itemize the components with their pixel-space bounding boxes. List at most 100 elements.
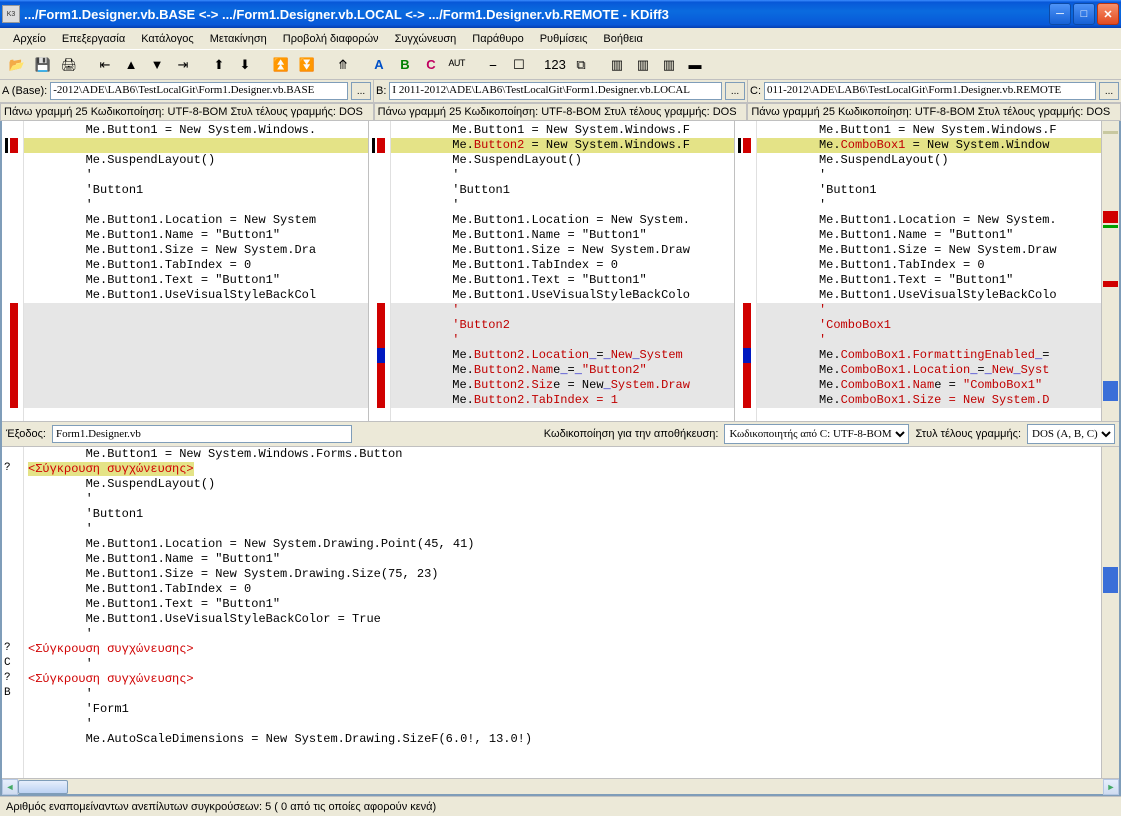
code-line: Me.ComboBox1.Size = New System.D [757, 393, 1101, 408]
code-line: ' [391, 303, 735, 318]
toolbar-prevconf-button[interactable]: ⏫ [270, 54, 292, 76]
overview-scrollbar[interactable] [1101, 121, 1119, 421]
close-button[interactable]: ✕ [1097, 3, 1119, 25]
code-line: Me.Button1.Size = New System.Draw [391, 243, 735, 258]
code-line: Me.ComboBox1.FormattingEnabled_= [757, 348, 1101, 363]
code-line [24, 333, 368, 348]
nextconf-icon: ⏬ [299, 57, 315, 73]
toolbar-print-button[interactable]: 🖨 [58, 54, 80, 76]
info-c: Πάνω γραμμή 25 Κωδικοποίηση: UTF-8-BOM Σ… [747, 103, 1121, 121]
code-line: Me.Button2.Name_=_"Button2" [391, 363, 735, 378]
code-line: Me.Button1.UseVisualStyleBackColo [391, 288, 735, 303]
code-line: Me.Button1.Text = "Button1" [24, 273, 368, 288]
toolbar-B-button[interactable]: B [394, 54, 416, 76]
menu-Βοήθεια[interactable]: Βοήθεια [596, 31, 649, 47]
goup-icon: ▲ [125, 57, 138, 72]
encoding-select[interactable]: Κωδικοποιητής από C: UTF-8-BOM [724, 424, 909, 444]
toolbar-split-button[interactable]: ⧉ [570, 54, 592, 76]
menu-Μετακίνηση[interactable]: Μετακίνηση [203, 31, 274, 47]
toolbar-autosolve-button[interactable]: ⤊ [332, 54, 354, 76]
window-title: .../Form1.Designer.vb.BASE <-> .../Form1… [24, 7, 1049, 22]
diff-pane-c[interactable]: Me.Button1 = New System.Windows.F Me.Com… [735, 121, 1101, 421]
minimize-button[interactable]: ─ [1049, 3, 1071, 25]
toolbar-goback-button[interactable]: ⇤ [94, 54, 116, 76]
info-b: Πάνω γραμμή 25 Κωδικοποίηση: UTF-8-BOM Σ… [374, 103, 748, 121]
merge-pane[interactable]: ??C?B Me.Button1 = New System.Windows.Fo… [2, 447, 1101, 778]
toolbar-col1-button[interactable]: ▥ [606, 54, 628, 76]
code-line: ' [757, 333, 1101, 348]
auto-icon: ᴬᵁᵀ [448, 57, 465, 72]
toolbar-auto-button[interactable]: ᴬᵁᵀ [446, 54, 468, 76]
path-a-input[interactable]: -2012\ADE\LAB6\TestLocalGit\Form1.Design… [50, 82, 348, 100]
merge-gutter-marker: C [4, 657, 11, 669]
code-line: Me.SuspendLayout() [391, 153, 735, 168]
toolbar-nextconf-button[interactable]: ⏬ [296, 54, 318, 76]
path-b-browse-button[interactable]: ... [725, 82, 745, 100]
code-line: Me.Button1.Text = "Button1" [391, 273, 735, 288]
maximize-button[interactable]: □ [1073, 3, 1095, 25]
code-line: Me.Button1.Name = "Button1" [391, 228, 735, 243]
code-line [24, 348, 368, 363]
diff-pane-a[interactable]: Me.Button1 = New System.Windows. Me.Susp… [2, 121, 369, 421]
code-line: Me.Button1.Text = "Button1" [757, 273, 1101, 288]
print-icon: 🖨 [61, 57, 78, 73]
info-a: Πάνω γραμμή 25 Κωδικοποίηση: UTF-8-BOM Σ… [0, 103, 374, 121]
toolbar-save-button[interactable]: 💾 [32, 54, 54, 76]
merge-line: Me.AutoScaleDimensions = New System.Draw… [24, 732, 1101, 747]
diff-pane-b[interactable]: Me.Button1 = New System.Windows.F Me.But… [369, 121, 736, 421]
code-line: Me.Button2 = New System.Windows.F [391, 138, 735, 153]
toolbar-hsplit-button[interactable]: ▬ [684, 54, 706, 76]
toolbar-C-button[interactable]: C [420, 54, 442, 76]
ws2-icon: ☐ [513, 57, 525, 73]
path-b-label: B: [376, 85, 386, 97]
code-line: Me.Button1.Location = New System. [391, 213, 735, 228]
merge-overview-scrollbar[interactable] [1101, 447, 1119, 778]
path-c-input[interactable]: 011-2012\ADE\LAB6\TestLocalGit\Form1.Des… [764, 82, 1096, 100]
code-line: Me.ComboBox1 = New System.Window [757, 138, 1101, 153]
code-line: Me.Button1.UseVisualStyleBackCol [24, 288, 368, 303]
toolbar-open-button[interactable]: 📂 [6, 54, 28, 76]
toolbar: 📂💾🖨⇤▲▼⇥⬆⬇⏫⏬⤊ABCᴬᵁᵀ⎯☐123⧉▥▥▥▬ [0, 50, 1121, 80]
path-a-browse-button[interactable]: ... [351, 82, 371, 100]
toolbar-col2-button[interactable]: ▥ [632, 54, 654, 76]
menu-Ρυθμίσεις[interactable]: Ρυθμίσεις [533, 31, 595, 47]
code-line: Me.ComboBox1.Location_=_New_Syst [757, 363, 1101, 378]
path-b-input[interactable]: I 2011-2012\ADE\LAB6\TestLocalGit\Form1.… [389, 82, 722, 100]
horizontal-scrollbar[interactable]: ◄► [2, 778, 1119, 794]
toolbar-ws2-button[interactable]: ☐ [508, 54, 530, 76]
toolbar-gofwd-button[interactable]: ⇥ [172, 54, 194, 76]
toolbar-ws1-button[interactable]: ⎯ [482, 54, 504, 76]
output-path-input[interactable] [52, 425, 352, 443]
merge-line: ' [24, 717, 1101, 732]
C-icon: C [426, 57, 435, 72]
code-line: Me.Button1.Name = "Button1" [757, 228, 1101, 243]
menu-Προβολή διαφορών[interactable]: Προβολή διαφορών [276, 31, 386, 47]
eol-select[interactable]: DOS (A, B, C) [1027, 424, 1115, 444]
merge-line: ' [24, 687, 1101, 702]
goback-icon: ⇤ [100, 57, 111, 73]
toolbar-123-button[interactable]: 123 [544, 54, 566, 76]
menu-Κατάλογος[interactable]: Κατάλογος [134, 31, 200, 47]
eol-label: Στυλ τέλους γραμμής: [915, 428, 1021, 440]
prevconf-icon: ⏫ [273, 57, 289, 73]
toolbar-col3-button[interactable]: ▥ [658, 54, 680, 76]
code-line: 'Button1 [757, 183, 1101, 198]
path-a-label: A (Base): [2, 85, 47, 97]
app-icon: K3 [2, 5, 20, 23]
toolbar-godown-button[interactable]: ▼ [146, 54, 168, 76]
toolbar-prevdiff-button[interactable]: ⬆ [208, 54, 230, 76]
open-icon: 📂 [9, 57, 25, 73]
menu-Αρχείο[interactable]: Αρχείο [6, 31, 53, 47]
toolbar-nextdiff-button[interactable]: ⬇ [234, 54, 256, 76]
code-line: ' [391, 333, 735, 348]
menu-Παράθυρο[interactable]: Παράθυρο [465, 31, 530, 47]
toolbar-A-button[interactable]: A [368, 54, 390, 76]
path-c-label: C: [750, 85, 761, 97]
merge-output-bar: Έξοδος: Κωδικοποίηση για την αποθήκευση:… [2, 421, 1119, 447]
merge-gutter-marker: ? [4, 672, 11, 684]
toolbar-goup-button[interactable]: ▲ [120, 54, 142, 76]
path-c-browse-button[interactable]: ... [1099, 82, 1119, 100]
title-bar: K3 .../Form1.Designer.vb.BASE <-> .../Fo… [0, 0, 1121, 28]
menu-Συγχώνευση[interactable]: Συγχώνευση [388, 31, 464, 47]
menu-Επεξεργασία[interactable]: Επεξεργασία [55, 31, 132, 47]
